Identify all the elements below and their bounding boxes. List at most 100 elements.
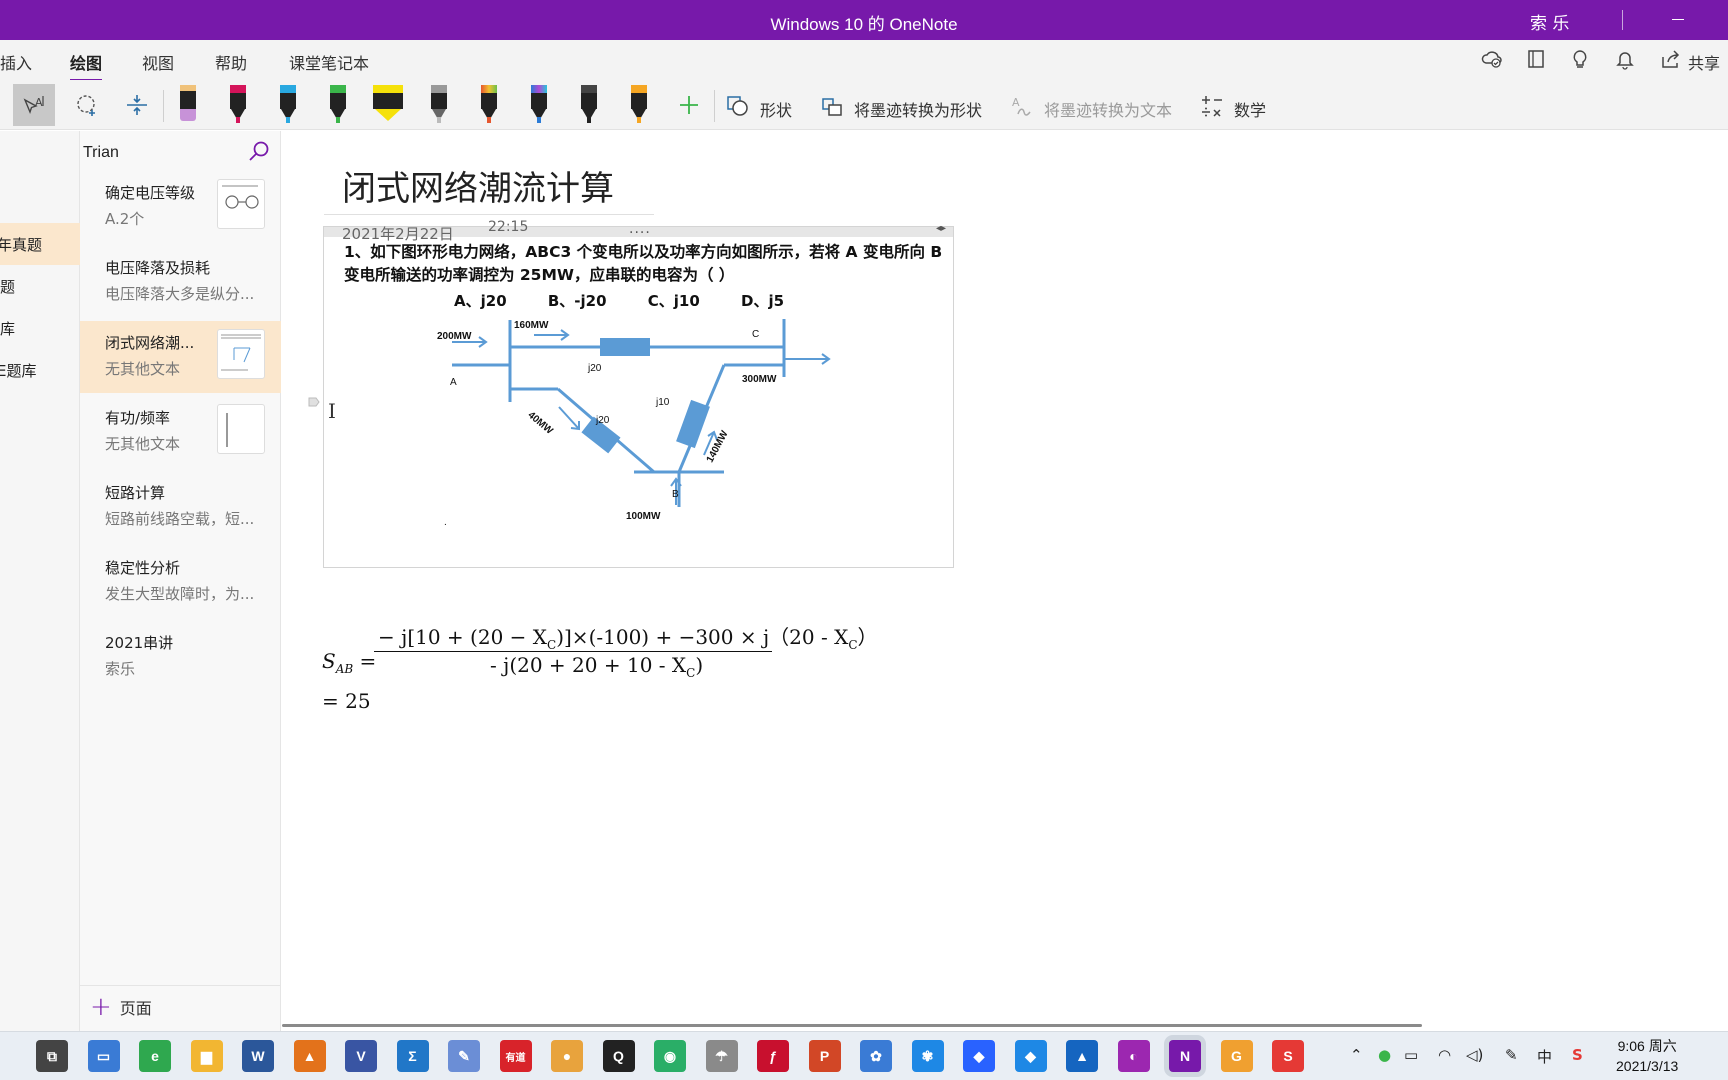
sigma-icon[interactable]: Σ	[396, 1040, 429, 1072]
search-input[interactable]: Trian	[83, 144, 119, 162]
pen-galaxy-red-icon[interactable]	[468, 84, 510, 126]
clock-time: 9:06 周六	[1617, 1038, 1677, 1054]
lasso-text-select-icon[interactable]: A	[13, 84, 55, 126]
resize-arrows-icon[interactable]: ◂▸	[936, 223, 946, 234]
tab-help[interactable]: 帮助	[215, 50, 247, 74]
pinwheel-icon[interactable]: ✾	[911, 1040, 944, 1072]
notebook-icon[interactable]	[1524, 48, 1548, 72]
toolbar-divider	[163, 90, 164, 122]
matlab-icon[interactable]: ▲	[293, 1040, 326, 1072]
wps-icon[interactable]: S	[1272, 1040, 1304, 1072]
ink-to-text-label: 将墨迹转换为文本	[1044, 100, 1173, 120]
onenote-icon[interactable]: N	[1169, 1040, 1201, 1072]
label-node-c: C	[752, 329, 759, 340]
sync-status-icon[interactable]	[1480, 48, 1504, 72]
browser-360-icon[interactable]: e	[139, 1040, 171, 1072]
volume-icon[interactable]: ◁)	[1466, 1046, 1483, 1064]
tab-view[interactable]: 视图	[142, 50, 174, 74]
title-separator	[1622, 10, 1623, 30]
ink-to-text-button[interactable]: A 将墨迹转换为文本	[1010, 94, 1172, 123]
share-icon[interactable]	[1658, 48, 1682, 72]
tab-class-notebook[interactable]: 课堂笔记本	[289, 50, 369, 74]
label-z-bc: j10	[655, 397, 670, 408]
shapes-button[interactable]: 形状	[726, 94, 792, 123]
pen-black-icon[interactable]	[568, 84, 610, 126]
user-name[interactable]: 索 乐	[1530, 9, 1569, 34]
chrome-icon[interactable]: ●	[551, 1040, 583, 1072]
section-item[interactable]: 年真题	[0, 223, 80, 265]
lightbulb-icon[interactable]	[1568, 48, 1592, 72]
network-icon[interactable]: ◠	[1438, 1046, 1451, 1064]
photos-icon[interactable]: ▲	[1066, 1040, 1098, 1072]
battery-icon[interactable]: ▭	[1404, 1046, 1418, 1064]
clock-date: 2021/3/13	[1616, 1058, 1679, 1074]
share-button[interactable]: 共享	[1688, 50, 1720, 74]
task-view-icon[interactable]: ⧉	[36, 1040, 68, 1072]
search-icon[interactable]	[247, 139, 271, 163]
paragraph-handle-icon[interactable]	[308, 393, 320, 407]
dingtalk-icon[interactable]: ◆	[1014, 1040, 1047, 1072]
youdao-icon[interactable]: 有道	[499, 1040, 532, 1072]
lasso-select-icon[interactable]	[66, 84, 108, 126]
pen-galaxy-blue-icon[interactable]	[518, 84, 560, 126]
show-hidden-icons[interactable]: ⌃	[1350, 1046, 1363, 1064]
add-pen-icon[interactable]	[668, 84, 710, 126]
visio-icon[interactable]: V	[345, 1040, 377, 1072]
word-icon[interactable]: W	[242, 1040, 274, 1072]
paint-icon[interactable]: ✎	[448, 1040, 480, 1072]
tab-draw[interactable]: 绘图	[70, 50, 103, 82]
clock[interactable]: 9:06 周六 2021/3/13	[1616, 1036, 1678, 1076]
page-subtitle: 电压降落大多是纵分...	[105, 285, 255, 303]
svg-text:A: A	[35, 96, 43, 109]
g-app-icon[interactable]: G	[1220, 1040, 1253, 1072]
insert-space-icon[interactable]	[116, 84, 158, 126]
page-title[interactable]: 闭式网络潮流计算	[342, 161, 614, 210]
sogou-icon[interactable]: S	[1572, 1046, 1583, 1064]
pencil-gray-icon[interactable]	[418, 84, 460, 126]
feishu-icon[interactable]: ◆	[963, 1040, 995, 1072]
ime-indicator[interactable]: 中	[1537, 1046, 1552, 1067]
tab-insert[interactable]: 插入	[0, 50, 32, 74]
section-item[interactable]: 题	[0, 265, 80, 307]
wechat-icon[interactable]: ◉	[654, 1040, 686, 1072]
bell-icon[interactable]	[1613, 48, 1637, 72]
eraser-pen-icon[interactable]	[167, 84, 209, 126]
page-canvas[interactable]: 闭式网络潮流计算 .... ◂▸ 1、如下图环形电力网络，ABC3 个变电所以及…	[282, 131, 1728, 1031]
qq-icon[interactable]: Q	[602, 1040, 635, 1072]
drag-handle-icon[interactable]: ....	[629, 221, 651, 237]
section-item[interactable]: E题库	[0, 349, 80, 391]
page-item[interactable]: 稳定性分析 发生大型故障时，为...	[80, 546, 281, 618]
flash-icon[interactable]: ƒ	[757, 1040, 789, 1072]
pen-workspace-icon[interactable]: ✎	[1505, 1046, 1518, 1064]
page-item[interactable]: 电压降落及损耗 电压降落大多是纵分...	[80, 246, 281, 318]
file-explorer-icon[interactable]: ▆	[190, 1040, 223, 1072]
highlighter-yellow-icon[interactable]	[367, 84, 409, 126]
page-item[interactable]: 2021串讲 索乐	[80, 621, 281, 693]
note-container[interactable]: .... ◂▸ 1、如下图环形电力网络，ABC3 个变电所以及功率方向如图所示，…	[323, 221, 954, 568]
page-item[interactable]: 确定电压等级 A.2个	[80, 171, 281, 243]
tray-app-icon[interactable]: ●	[1378, 1046, 1391, 1064]
powerpoint-icon[interactable]: P	[808, 1040, 841, 1072]
add-page-button[interactable]: + 页面	[90, 994, 152, 1020]
page-item[interactable]: 短路计算 短路前线路空载，短...	[80, 471, 281, 543]
pen-green-icon[interactable]	[317, 84, 359, 126]
mushroom-icon[interactable]: ☂	[705, 1040, 738, 1072]
page-item[interactable]: 闭式网络潮... 无其他文本	[80, 321, 281, 393]
pen-cyan-icon[interactable]	[267, 84, 309, 126]
label-200mw: 200MW	[437, 331, 472, 342]
section-item[interactable]: 库	[0, 307, 80, 349]
label-100mw: 100MW	[626, 511, 661, 522]
colorful-icon[interactable]: ◐	[1117, 1040, 1150, 1072]
ink-to-shape-button[interactable]: 将墨迹转换为形状	[820, 94, 982, 123]
this-pc-icon[interactable]: ▭	[87, 1040, 120, 1072]
pen-gold-icon[interactable]	[618, 84, 660, 126]
pen-red-icon[interactable]	[217, 84, 259, 126]
svg-text:A: A	[1012, 96, 1020, 109]
netease-icon[interactable]: ✿	[860, 1040, 892, 1072]
shapes-icon	[726, 94, 750, 123]
math-icon	[1200, 94, 1224, 123]
minimize-icon[interactable]	[1672, 19, 1684, 20]
math-button[interactable]: 数学	[1200, 94, 1266, 123]
horizontal-scrollbar[interactable]	[282, 1024, 1422, 1027]
page-item[interactable]: 有功/频率 无其他文本	[80, 396, 281, 468]
